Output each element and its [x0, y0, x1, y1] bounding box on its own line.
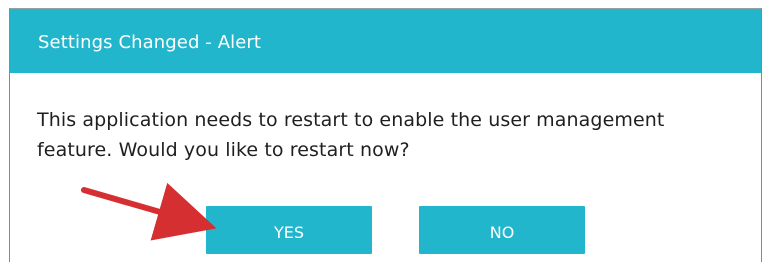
no-button[interactable]: NO	[419, 206, 585, 254]
dialog-title: Settings Changed - Alert	[38, 32, 262, 53]
dialog-title-bar: Settings Changed - Alert	[10, 9, 761, 73]
dialog-message: This application needs to restart to ena…	[37, 109, 665, 161]
yes-button[interactable]: YES	[206, 206, 372, 254]
settings-alert-dialog: Settings Changed - Alert This applicatio…	[9, 8, 762, 262]
